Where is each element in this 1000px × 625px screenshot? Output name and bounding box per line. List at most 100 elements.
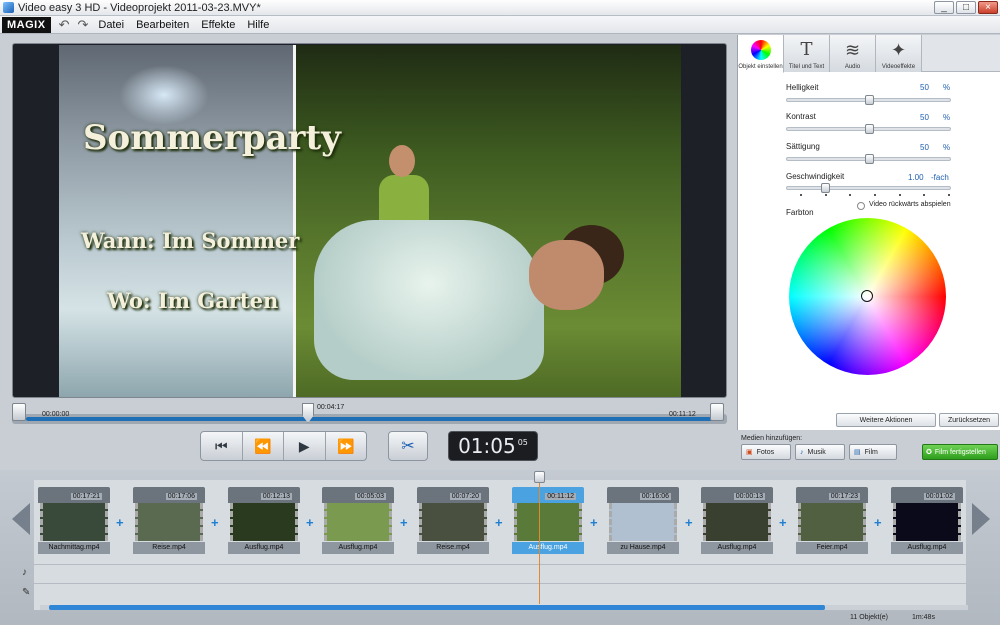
storyboard-clip[interactable]: 00:01:02 Ausflug.mp4 [891,487,963,555]
storyboard-clip[interactable]: 00:17:23 Feier.mp4 [796,487,868,555]
menu-datei[interactable]: Datei [98,19,124,31]
skip-back-button[interactable]: ⏮ [201,432,243,460]
clip-thumbnail[interactable] [703,503,771,541]
saettigung-unit: % [943,143,951,152]
geschwindigkeit-slider[interactable] [786,183,951,193]
insert-transition-icon[interactable]: + [874,515,882,530]
timecode-current: 00:04:17 [317,404,345,411]
clip-thumbnail[interactable] [230,503,298,541]
zuruecksetzen-button[interactable]: Zurücksetzen [939,413,999,427]
insert-transition-icon[interactable]: + [116,515,124,530]
preview-scrubber[interactable]: 00:00:00 00:04:17 00:11:12 [12,402,727,424]
slider-knob[interactable] [821,183,830,193]
minimize-button[interactable]: _ [934,1,954,14]
storyboard-clip[interactable]: 00:16:06 zu Hause.mp4 [607,487,679,555]
cut-button[interactable]: ✂ [388,431,428,461]
tab-titel-und-text[interactable]: T Titel und Text [784,35,830,72]
storyboard-scroll-right-icon[interactable] [972,503,990,535]
kontrast-slider[interactable] [786,124,951,134]
clip-header: 00:17:06 [133,487,205,503]
saettigung-slider[interactable] [786,154,951,164]
clip-thumbnail[interactable] [798,503,866,541]
clip-header: 00:05:03 [322,487,394,503]
clip-duration: 00:00:13 [733,493,765,500]
storyboard-clip[interactable]: 00:07:20 Reise.mp4 [417,487,489,555]
play-button[interactable]: ▶ [284,432,326,460]
insert-transition-icon[interactable]: + [779,515,787,530]
slider-knob[interactable] [865,95,874,105]
redo-icon[interactable]: ↷ [77,17,88,33]
clip-header: 00:17:21 [38,487,110,503]
close-button[interactable]: × [978,1,998,14]
storyboard-clip[interactable]: 00:00:13 Ausflug.mp4 [701,487,773,555]
film-fertigstellen-button[interactable]: ✪ Film fertigstellen [922,444,998,460]
rewind-button[interactable]: ⏪ [243,432,284,460]
kontrast-label: Kontrast [786,112,816,121]
clip-filename: Ausflug.mp4 [512,542,584,554]
commentary-track-icon: ✎ [22,587,31,598]
scrubber-track [26,417,714,421]
storyboard-clip[interactable]: 00:17:06 Reise.mp4 [133,487,205,555]
clip-duration: 00:17:23 [828,493,860,500]
fotos-button[interactable]: ▣ Fotos [741,444,791,460]
clip-thumbnail[interactable] [40,503,108,541]
musik-button[interactable]: ♪ Musik [795,444,845,460]
saettigung-value: 50 [920,143,929,152]
transport-controls: ⏮ ⏪ ▶ ⏩ [200,431,367,461]
storyboard-clip[interactable]: 00:17:21 Nachmittag.mp4 [38,487,110,555]
clip-thumbnail[interactable] [324,503,392,541]
clip-duration: 00:05:03 [354,493,386,500]
clip-duration: 00:17:06 [165,493,197,500]
menu-bearbeiten[interactable]: Bearbeiten [136,19,189,31]
clip-thumbnail[interactable] [135,503,203,541]
weitere-aktionen-button[interactable]: Weitere Aktionen [836,413,936,427]
panel-tabs: Objekt einstellen T Titel und Text ≋ Aud… [738,35,1000,73]
playhead-handle[interactable] [534,471,545,483]
menu-effekte[interactable]: Effekte [201,19,235,31]
clip-thumbnail[interactable] [514,503,582,541]
storyboard-clip[interactable]: 00:11:12 Ausflug.mp4 [512,487,584,555]
storyboard-playhead [539,472,540,604]
storyboard-scrollbar[interactable] [40,605,968,610]
scrub-end-handle[interactable] [710,403,724,421]
effects-stars-icon: ✦ [890,40,907,60]
tab-objekt-einstellen[interactable]: Objekt einstellen [738,35,784,73]
insert-transition-icon[interactable]: + [306,515,314,530]
storyboard-clip[interactable]: 00:12:13 Ausflug.mp4 [228,487,300,555]
reverse-checkbox[interactable] [857,202,865,210]
insert-transition-icon[interactable]: + [400,515,408,530]
scrollbar-thumb[interactable] [49,605,825,610]
clip-thumbnail[interactable] [609,503,677,541]
clip-header: 00:07:20 [417,487,489,503]
insert-transition-icon[interactable]: + [685,515,693,530]
maximize-button[interactable]: □ [956,1,976,14]
slider-knob[interactable] [865,154,874,164]
hue-color-wheel[interactable] [789,218,946,375]
insert-transition-icon[interactable]: + [590,515,598,530]
clip-thumbnail[interactable] [893,503,961,541]
film-button[interactable]: ▤ Film [849,444,897,460]
title-overlay-background [59,45,293,397]
storyboard-scroll-left-icon[interactable] [12,503,30,535]
undo-icon[interactable]: ↶ [59,17,70,33]
kontrast-unit: % [943,113,951,122]
storyboard-clip[interactable]: 00:05:03 Ausflug.mp4 [322,487,394,555]
person-head [529,240,604,310]
scrub-start-handle[interactable] [12,403,26,421]
musik-label: Musik [807,448,826,456]
tab-audio[interactable]: ≋ Audio [830,35,876,72]
video-preview[interactable]: Sommerparty Wann: Im Sommer Wo: Im Garte… [12,43,727,398]
tab-videoeffekte[interactable]: ✦ Videoeffekte [876,35,922,72]
clip-thumbnail[interactable] [419,503,487,541]
title-bar: Video easy 3 HD - Videoprojekt 2011-03-2… [0,0,1000,16]
helligkeit-slider[interactable] [786,95,951,105]
clip-duration: 00:17:21 [70,493,102,500]
menu-hilfe[interactable]: Hilfe [247,19,269,31]
fast-forward-button[interactable]: ⏩ [326,432,367,460]
slider-knob[interactable] [865,124,874,134]
tab-label: Videoeffekte [881,64,916,70]
insert-transition-icon[interactable]: + [211,515,219,530]
hue-marker[interactable] [861,290,873,302]
title-line-2: Wann: Im Sommer [81,228,300,253]
insert-transition-icon[interactable]: + [495,515,503,530]
